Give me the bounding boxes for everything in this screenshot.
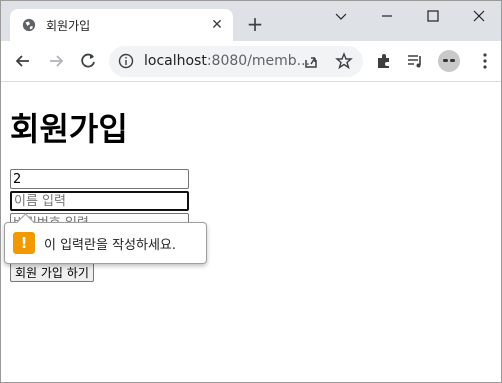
warning-icon: ! bbox=[13, 232, 35, 254]
page-title: 회원가입 bbox=[10, 110, 128, 148]
browser-toolbar: localhost:8080/memb... bbox=[1, 41, 501, 82]
maximize-icon[interactable] bbox=[413, 5, 453, 29]
url-path: :8080/memb... bbox=[206, 53, 311, 69]
address-bar[interactable]: localhost:8080/memb... bbox=[109, 46, 363, 77]
star-icon[interactable] bbox=[334, 51, 354, 71]
title-bar: 회원가입 ✕ + bbox=[1, 1, 501, 41]
back-icon[interactable] bbox=[13, 51, 33, 71]
page-content: 회원가입 회원 가입 하기 ! 이 입력란을 작성하세요. bbox=[1, 82, 501, 382]
chevron-down-icon[interactable] bbox=[321, 5, 361, 29]
forward-icon[interactable] bbox=[46, 51, 66, 71]
info-icon[interactable] bbox=[118, 53, 134, 69]
browser-window: 회원가입 ✕ + localhost:8080/memb... 회원가입 2 이… bbox=[0, 0, 502, 383]
close-window-icon[interactable] bbox=[459, 5, 499, 29]
url-host: localhost bbox=[144, 53, 207, 69]
tab-title: 회원가입 bbox=[46, 19, 91, 33]
profile-avatar[interactable] bbox=[438, 50, 460, 72]
id-field[interactable] bbox=[10, 169, 189, 189]
signup-button[interactable]: 회원 가입 하기 bbox=[10, 262, 94, 282]
reload-icon[interactable] bbox=[78, 51, 98, 71]
extensions-icon[interactable] bbox=[374, 51, 394, 71]
validation-message: 이 입력란을 작성하세요. bbox=[44, 238, 176, 253]
plus-icon[interactable]: + bbox=[245, 14, 265, 35]
name-field[interactable] bbox=[10, 191, 189, 211]
media-icon[interactable] bbox=[405, 51, 425, 71]
minimize-icon[interactable] bbox=[367, 5, 407, 29]
globe-icon bbox=[22, 18, 36, 32]
validation-tooltip: ! 이 입력란을 작성하세요. bbox=[4, 213, 207, 264]
menu-icon[interactable] bbox=[475, 51, 495, 71]
close-icon[interactable]: ✕ bbox=[209, 17, 225, 33]
browser-tab[interactable]: 회원가입 ✕ bbox=[10, 9, 233, 41]
share-icon[interactable] bbox=[301, 51, 321, 71]
url-text[interactable]: localhost:8080/memb... bbox=[144, 53, 310, 69]
